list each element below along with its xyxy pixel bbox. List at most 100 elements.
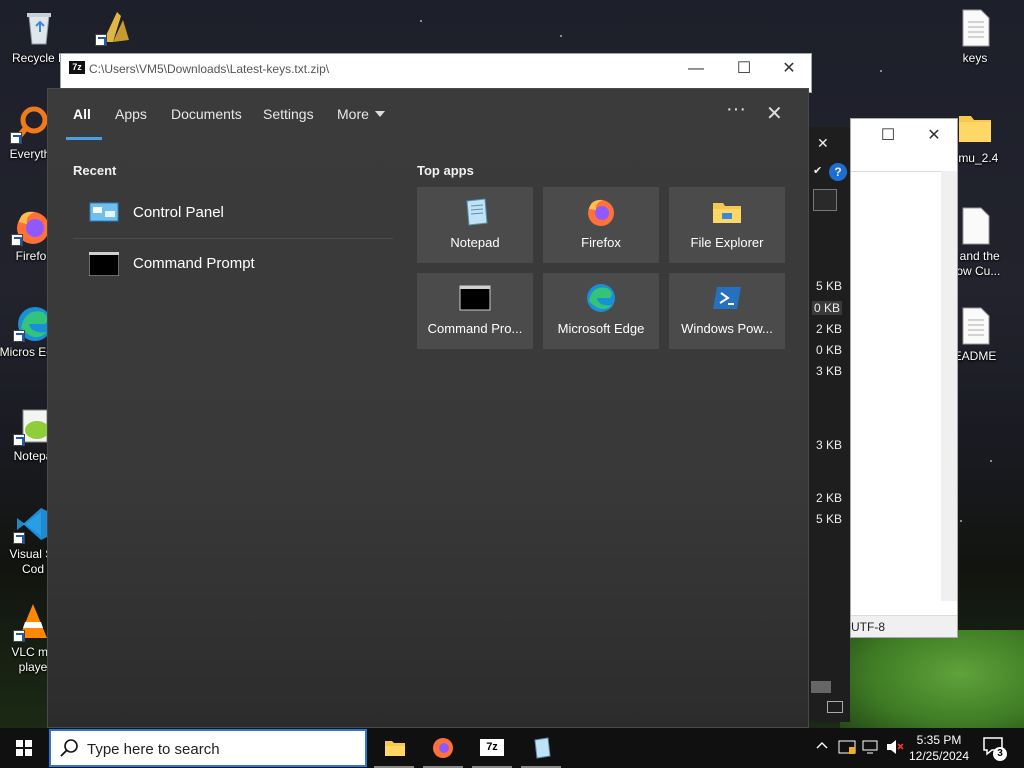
taskbar-firefox[interactable]: [419, 728, 467, 768]
file-size: 5 KB: [815, 512, 842, 526]
search-icon: [59, 738, 79, 763]
taskbar-clock[interactable]: 5:35 PM 12/25/2024: [904, 732, 974, 764]
check-icon: ✔: [813, 165, 823, 177]
text-file-icon: [955, 306, 995, 346]
desktop-icon-keys[interactable]: keys: [940, 8, 1010, 66]
file-size: 3 KB: [815, 438, 842, 452]
desktop-icon-label: keys: [962, 51, 988, 65]
tile-label: Microsoft Edge: [557, 321, 645, 336]
tile-microsoft-edge[interactable]: Microsoft Edge: [543, 273, 659, 349]
tab-settings[interactable]: Settings: [263, 106, 314, 122]
tile-notepad[interactable]: Notepad: [417, 187, 533, 263]
recent-item-command-prompt[interactable]: Command Prompt: [73, 239, 393, 289]
close-button[interactable]: ✕: [911, 125, 957, 147]
recent-item-control-panel[interactable]: Control Panel: [73, 188, 393, 238]
tile-label: Windows Pow...: [681, 321, 773, 336]
tile-command-prompt[interactable]: Command Pro...: [417, 273, 533, 349]
notepad-window[interactable]: ☐ ✕ UTF-8: [850, 118, 958, 638]
folder-icon: [955, 108, 995, 148]
status-bar-icon: [827, 701, 843, 713]
tab-apps[interactable]: Apps: [115, 106, 147, 122]
taskbar-7zip[interactable]: 7z: [468, 728, 516, 768]
star: [560, 35, 562, 37]
firefox-icon: [11, 206, 51, 246]
shortcut-arrow-icon: [13, 630, 25, 642]
search-tabs: All Apps Documents Settings More ··· ✕: [48, 89, 808, 141]
tab-documents[interactable]: Documents: [171, 106, 242, 122]
search-panel: All Apps Documents Settings More ··· ✕ R…: [47, 88, 809, 728]
file-explorer-icon: [384, 738, 406, 763]
firefox-icon: [432, 737, 454, 764]
notepad-icon: [459, 197, 491, 227]
shortcut-arrow-icon: [95, 34, 107, 46]
7zip-icon: 7z: [69, 61, 85, 74]
shortcut-arrow-icon: [10, 132, 22, 144]
7zip-window[interactable]: 7z C:\Users\VM5\Downloads\Latest-keys.tx…: [60, 53, 812, 93]
star: [990, 460, 992, 462]
tile-label: Firefox: [581, 235, 621, 250]
file-icon: [955, 206, 995, 246]
scrollbar[interactable]: [941, 171, 957, 601]
chevron-up-icon[interactable]: [816, 740, 828, 768]
file-size: 3 KB: [815, 364, 842, 378]
ellipsis-icon[interactable]: ···: [726, 98, 746, 121]
taskbar-file-explorer[interactable]: [370, 728, 418, 768]
shortcut-arrow-icon: [11, 234, 23, 246]
file-size: 2 KB: [815, 322, 842, 336]
search-icon[interactable]: [813, 189, 837, 211]
clock-date: 12/25/2024: [908, 749, 970, 763]
recent-item-label: Control Panel: [133, 204, 224, 221]
notification-count-badge: 3: [993, 747, 1007, 761]
app-shortcut-icon: [95, 6, 135, 46]
recent-item-label: Command Prompt: [133, 255, 255, 272]
close-icon[interactable]: ✕: [766, 101, 783, 126]
tile-label: Command Pro...: [427, 321, 523, 336]
star: [880, 70, 882, 72]
maximize-button[interactable]: ☐: [865, 125, 911, 147]
taskbar-search-box[interactable]: [49, 729, 367, 767]
powershell-icon: [711, 283, 743, 313]
file-explorer-icon: [711, 197, 743, 227]
edge-icon: [585, 283, 617, 313]
file-size: 0 KB: [815, 343, 842, 357]
text-file-icon: [955, 8, 995, 48]
network-icon[interactable]: [862, 739, 880, 768]
notepad-icon: [530, 737, 552, 764]
file-size: 5 KB: [815, 279, 842, 293]
tile-label: File Explorer: [690, 235, 764, 250]
recycle-bin-icon: [19, 8, 59, 48]
archive-file-list-window[interactable]: ✕ ? ✔ 5 KB 0 KB 2 KB 0 KB 3 KB 3 KB 2 KB…: [808, 127, 850, 722]
close-icon[interactable]: ✕: [817, 135, 829, 152]
status-encoding: UTF-8: [851, 615, 957, 637]
top-apps-title: Top apps: [417, 163, 474, 178]
star: [960, 520, 962, 522]
minimize-button[interactable]: —: [673, 58, 719, 80]
file-size: 0 KB: [811, 301, 842, 315]
desktop-icon-app[interactable]: [95, 6, 135, 49]
active-tab-indicator: [66, 137, 102, 140]
close-button[interactable]: ✕: [766, 58, 812, 80]
recent-title: Recent: [73, 163, 117, 178]
tile-firefox[interactable]: Firefox: [543, 187, 659, 263]
tile-file-explorer[interactable]: File Explorer: [669, 187, 785, 263]
maximize-button[interactable]: ☐: [721, 58, 767, 80]
text-area[interactable]: [851, 171, 943, 603]
wallpaper-hill: [840, 630, 1024, 728]
firefox-icon: [585, 197, 617, 227]
security-icon[interactable]: [838, 739, 856, 768]
shortcut-arrow-icon: [13, 434, 25, 446]
command-prompt-icon: [459, 283, 491, 313]
volume-muted-icon[interactable]: [886, 739, 904, 768]
search-input[interactable]: [87, 739, 357, 759]
tab-all[interactable]: All: [73, 106, 91, 122]
scrollbar[interactable]: [811, 681, 831, 693]
start-button[interactable]: [0, 728, 48, 768]
command-prompt-icon: [88, 251, 120, 277]
tab-more-label: More: [337, 106, 369, 122]
help-icon[interactable]: ?: [829, 163, 847, 181]
taskbar-notepad[interactable]: [517, 728, 565, 768]
tab-more[interactable]: More: [337, 106, 385, 122]
7zip-icon: 7z: [480, 739, 504, 756]
tile-windows-powershell[interactable]: Windows Pow...: [669, 273, 785, 349]
shortcut-arrow-icon: [13, 532, 25, 544]
